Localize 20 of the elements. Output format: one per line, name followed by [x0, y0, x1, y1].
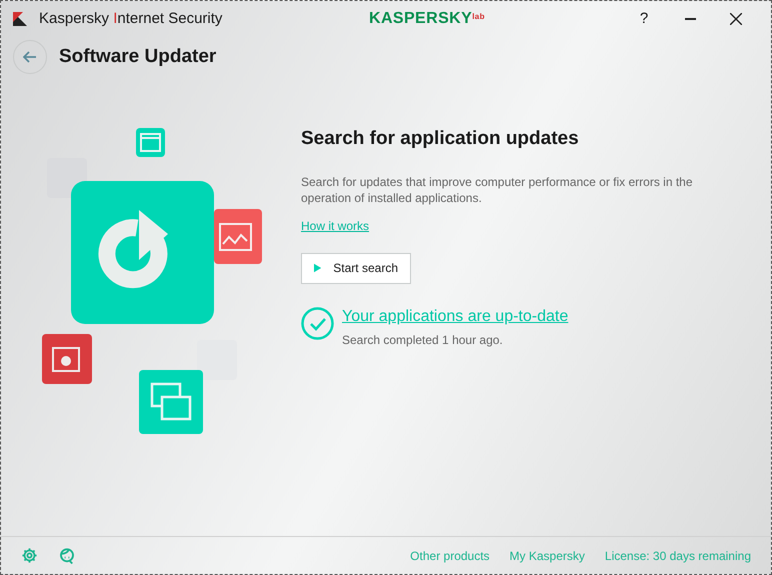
window-title: Kaspersky Internet Security: [39, 8, 224, 29]
settings-icon[interactable]: [21, 547, 38, 564]
status-subtitle: Search completed 1 hour ago.: [342, 332, 504, 348]
page-title: Software Updater: [59, 44, 216, 69]
help-button[interactable]: ?: [621, 8, 667, 30]
close-icon: [730, 13, 742, 25]
section-heading: Search for application updates: [301, 127, 580, 151]
brand-logo: KASPERSKY$^{lab}$: [369, 9, 485, 29]
app-logo-icon: [13, 12, 27, 26]
play-icon: [314, 261, 322, 275]
back-button[interactable]: [13, 40, 47, 74]
description-text: Search for updates that improve computer performance or fix errors in the operation of installed applications.: [301, 174, 694, 206]
back-arrow-icon: [23, 51, 37, 63]
status-link[interactable]: Your applications are up-to-date: [342, 306, 568, 326]
check-circle-icon: [301, 306, 334, 340]
how-it-works-link[interactable]: How it works: [301, 216, 370, 234]
footer-link[interactable]: License: 30 days remaining: [604, 546, 751, 564]
footer-link[interactable]: Other products: [410, 546, 490, 564]
start-search-button[interactable]: Start search: [301, 252, 411, 284]
footer-link[interactable]: My Kaspersky: [510, 546, 585, 564]
